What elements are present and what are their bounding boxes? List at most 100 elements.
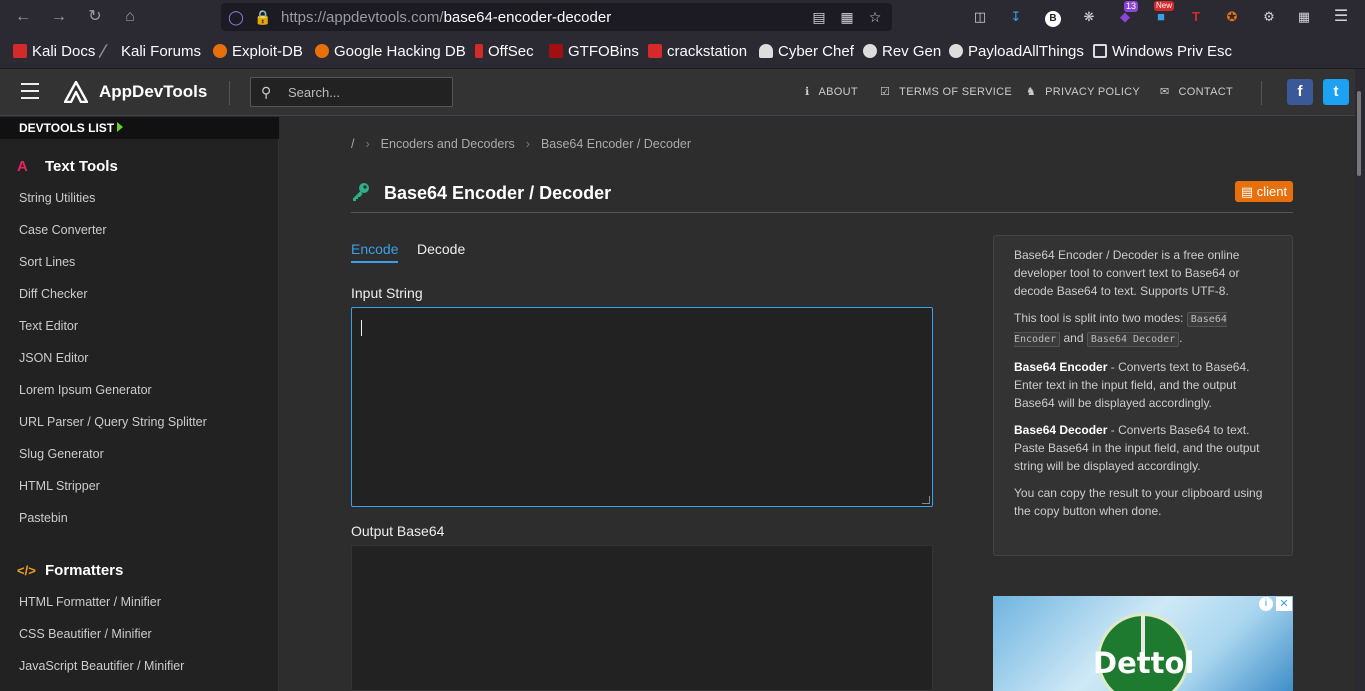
brand-name[interactable]: AppDevTools xyxy=(99,82,207,102)
sidebar-item-css-beautifier[interactable]: CSS Beautifier / Minifier xyxy=(19,627,152,641)
bookmark-favicon-icon xyxy=(549,44,563,58)
bookmark-offsec[interactable]: OffSec xyxy=(475,43,534,60)
bookmark-exploit-db[interactable]: Exploit-DB xyxy=(213,43,303,60)
browser-toolbar: ← → ↻ ⌂ ◯ 🔒 https://appdevtools.com/base… xyxy=(0,0,1365,34)
info-panel: Base64 Encoder / Decoder is a free onlin… xyxy=(993,235,1293,556)
nav-privacy[interactable]: ♞ PRIVACY POLICY xyxy=(1026,85,1140,98)
bookmark-favicon-icon xyxy=(1093,44,1107,58)
extension-t-icon[interactable]: T xyxy=(1186,7,1206,27)
sidebar-item-case-converter[interactable]: Case Converter xyxy=(19,223,107,237)
lock-icon[interactable]: 🔒 xyxy=(254,8,272,26)
sidebar-item-text-editor[interactable]: Text Editor xyxy=(19,319,78,333)
info-encoder-title: Base64 Encoder xyxy=(1014,360,1108,374)
sidebar-item-slug-generator[interactable]: Slug Generator xyxy=(19,447,104,461)
reader-view-icon[interactable]: ▤ xyxy=(810,8,828,26)
sidebar-item-html-formatter[interactable]: HTML Formatter / Minifier xyxy=(19,595,161,609)
extension-b-icon[interactable]: B xyxy=(1043,7,1063,27)
bookmark-cyber-chef[interactable]: Cyber Chef xyxy=(759,43,854,60)
sidebar-item-json-editor[interactable]: JSON Editor xyxy=(19,351,88,365)
nav-contact[interactable]: ✉ CONTACT xyxy=(1160,85,1233,98)
back-icon[interactable]: ← xyxy=(13,7,33,27)
category-text-tools[interactable]: A Text Tools xyxy=(17,158,118,175)
url-text[interactable]: https://appdevtools.com/base64-encoder-d… xyxy=(281,9,611,26)
bookmark-kali-docs[interactable]: Kali Docs xyxy=(13,43,95,60)
devtools-list-toggle[interactable]: DEVTOOLS LIST xyxy=(0,117,279,139)
bookmarks-bar: Kali Docs Kali Forums Exploit-DB Google … xyxy=(0,34,1365,69)
hamburger-menu-icon[interactable] xyxy=(21,83,39,99)
ad-close-icon[interactable]: ✕ xyxy=(1276,597,1292,611)
sidebar-item-diff-checker[interactable]: Diff Checker xyxy=(19,287,88,301)
envelope-icon: ✉ xyxy=(1160,86,1170,98)
nav-terms[interactable]: ☑ TERMS OF SERVICE xyxy=(880,85,1012,98)
sidebar-item-url-parser[interactable]: URL Parser / Query String Splitter xyxy=(19,415,207,429)
page-scrollbar[interactable] xyxy=(1355,69,1365,691)
bookmark-label: Exploit-DB xyxy=(232,43,303,60)
extension-fox-icon[interactable]: ✪ xyxy=(1222,7,1242,27)
site-header: AppDevTools ⚲ Search... ℹ ABOUT ☑ TERMS OF… xyxy=(0,69,1365,116)
bookmark-label: Cyber Chef xyxy=(778,43,854,60)
chevron-right-icon: › xyxy=(365,137,370,151)
bookmark-google-hacking-db[interactable]: Google Hacking DB xyxy=(315,43,466,60)
sidebar-item-pastebin[interactable]: Pastebin xyxy=(19,511,68,525)
sidebar-item-sort-lines[interactable]: Sort Lines xyxy=(19,255,75,269)
pocket-icon[interactable]: ◫ xyxy=(970,7,990,27)
menu-icon[interactable]: ☰ xyxy=(1331,7,1351,27)
extension-badge-count: 13 xyxy=(1124,1,1139,12)
home-icon[interactable]: ⌂ xyxy=(120,7,140,27)
category-title: Text Tools xyxy=(45,158,118,175)
bookmark-label: Rev Gen xyxy=(882,43,942,60)
bookmark-favicon-icon xyxy=(315,44,329,58)
input-string-textarea[interactable] xyxy=(351,307,933,507)
shield-icon[interactable]: ◯ xyxy=(227,8,245,26)
search-input[interactable]: ⚲ Search... xyxy=(250,77,453,107)
extension-gear-icon[interactable]: ⚙ xyxy=(1259,7,1279,27)
resize-handle[interactable] xyxy=(922,496,930,504)
download-icon[interactable]: ↧ xyxy=(1006,7,1026,27)
devtools-list-label: DEVTOOLS LIST xyxy=(19,121,115,135)
category-formatters[interactable]: </> Formatters xyxy=(17,562,123,579)
forward-icon[interactable]: → xyxy=(49,7,69,27)
search-icon: ⚲ xyxy=(261,84,272,100)
appdevtools-logo-icon[interactable] xyxy=(64,81,88,103)
star-icon[interactable]: ☆ xyxy=(866,8,884,26)
input-label: Input String xyxy=(351,285,423,301)
bookmark-gtfobins[interactable]: GTFOBins xyxy=(549,43,639,60)
info-icon: ℹ xyxy=(805,86,810,98)
nav-contact-label: CONTACT xyxy=(1178,86,1233,98)
ad-brand: Dettol xyxy=(1093,646,1195,680)
advertisement[interactable]: Dettol i ✕ xyxy=(993,596,1293,691)
tab-decode[interactable]: Decode xyxy=(417,241,465,257)
extension-puzzle-icon[interactable]: ❋ xyxy=(1079,7,1099,27)
facebook-icon[interactable]: f xyxy=(1287,79,1313,105)
ad-info-icon[interactable]: i xyxy=(1259,597,1273,611)
extension-badge-icon[interactable]: ◆ 13 xyxy=(1115,1,1139,27)
bookmark-windows-priv-esc[interactable]: Windows Priv Esc xyxy=(1093,43,1232,60)
bookmark-payloadallthings[interactable]: PayloadAllThings xyxy=(949,43,1084,60)
info-decoder-title: Base64 Decoder xyxy=(1014,423,1108,437)
sidebar-item-string-utilities[interactable]: String Utilities xyxy=(19,191,95,205)
bookmark-favicon-icon xyxy=(949,44,963,58)
scrollbar-thumb[interactable] xyxy=(1357,91,1361,176)
extensions-menu-icon[interactable]: ▦ xyxy=(1294,7,1314,27)
url-path: base64-encoder-decoder xyxy=(443,9,612,26)
nav-terms-label: TERMS OF SERVICE xyxy=(899,86,1012,98)
url-bar[interactable]: ◯ 🔒 https://appdevtools.com/base64-encod… xyxy=(221,3,892,31)
sidebar-item-html-stripper[interactable]: HTML Stripper xyxy=(19,479,100,493)
sidebar-item-lorem-ipsum[interactable]: Lorem Ipsum Generator xyxy=(19,383,152,397)
twitter-icon[interactable]: t xyxy=(1323,79,1349,105)
sidebar-item-js-beautifier[interactable]: JavaScript Beautifier / Minifier xyxy=(19,659,184,673)
user-secret-icon: ♞ xyxy=(1026,86,1037,98)
reload-icon[interactable]: ↻ xyxy=(85,7,105,27)
bookmark-kali-forums[interactable]: Kali Forums xyxy=(97,43,201,60)
bookmark-label: Windows Priv Esc xyxy=(1112,43,1233,60)
bookmark-rev-gen[interactable]: Rev Gen xyxy=(863,43,941,60)
tab-encode[interactable]: Encode xyxy=(351,241,399,263)
breadcrumb-category[interactable]: Encoders and Decoders xyxy=(381,137,515,151)
main-content: / › Encoders and Decoders › Base64 Encoder /… xyxy=(280,117,1355,691)
extension-new-icon[interactable]: ■ New xyxy=(1151,1,1175,27)
nav-about[interactable]: ℹ ABOUT xyxy=(805,85,858,98)
output-base64-textarea[interactable] xyxy=(351,545,933,691)
grid-icon[interactable]: ▦ xyxy=(838,8,856,26)
bookmark-crackstation[interactable]: crackstation xyxy=(648,43,747,60)
breadcrumb-home[interactable]: / xyxy=(351,137,354,151)
